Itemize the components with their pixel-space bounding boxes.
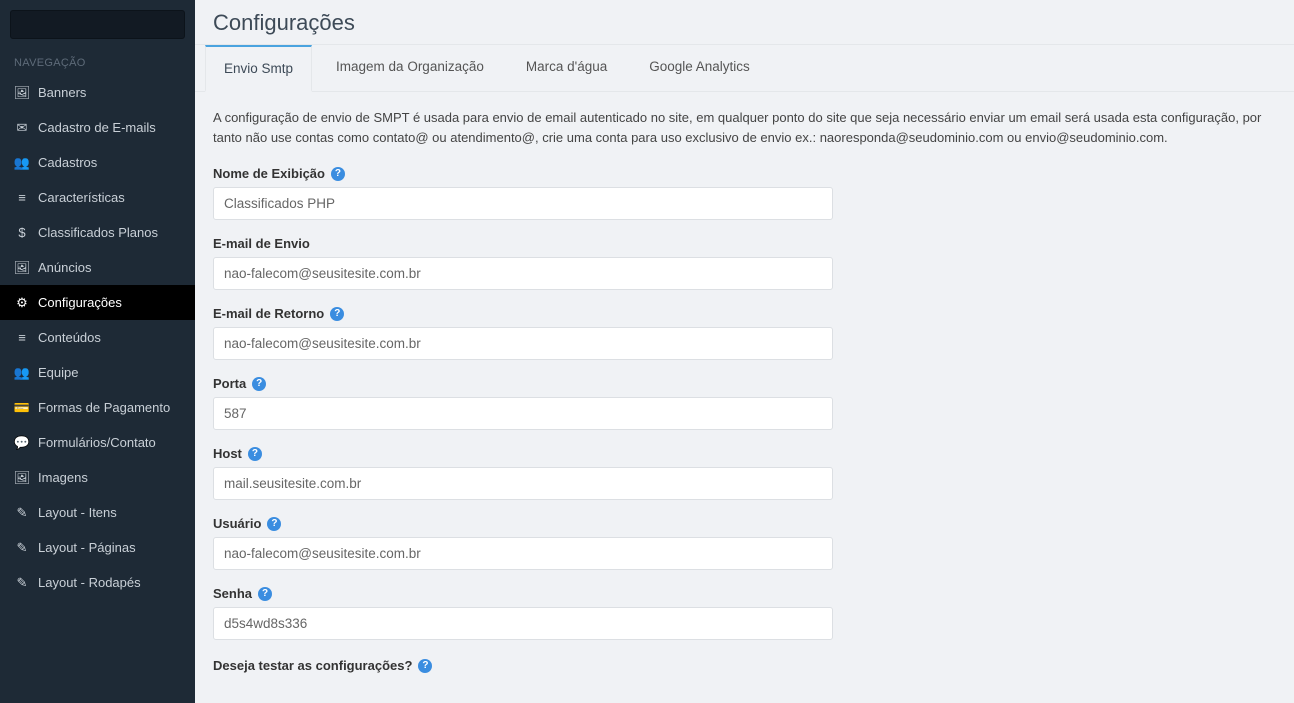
images-icon: 🖼	[14, 86, 30, 100]
label-host: Host ?	[213, 446, 833, 461]
sidebar-item-label: Conteúdos	[38, 330, 101, 345]
label-user: Usuário ?	[213, 516, 833, 531]
sidebar-item-label: Anúncios	[38, 260, 91, 275]
label-text: Nome de Exibição	[213, 166, 325, 181]
input-display-name[interactable]	[213, 187, 833, 220]
sidebar-item-label: Formulários/Contato	[38, 435, 156, 450]
sidebar-item-cadastro-de-e-mails[interactable]: ✉ Cadastro de E-mails	[0, 110, 195, 145]
form-group-return-email: E-mail de Retorno ?	[213, 306, 833, 360]
sidebar-item-label: Classificados Planos	[38, 225, 158, 240]
form-group-host: Host ?	[213, 446, 833, 500]
sidebar-item-banners[interactable]: 🖼 Banners	[0, 75, 195, 110]
sidebar-item-caracter-sticas[interactable]: ≡ Características	[0, 180, 195, 215]
help-icon[interactable]: ?	[258, 587, 272, 601]
users-icon: 👥	[14, 156, 30, 170]
tab-google-analytics[interactable]: Google Analytics	[631, 45, 768, 91]
sidebar-item-an-ncios[interactable]: 🖼 Anúncios	[0, 250, 195, 285]
page-header: Configurações	[195, 0, 1294, 45]
label-text: Usuário	[213, 516, 261, 531]
help-icon[interactable]: ?	[252, 377, 266, 391]
input-return-email[interactable]	[213, 327, 833, 360]
sidebar-item-layout-itens[interactable]: ✎ Layout - Itens	[0, 495, 195, 530]
help-icon[interactable]: ?	[267, 517, 281, 531]
label-text: E-mail de Retorno	[213, 306, 324, 321]
sidebar-search-input[interactable]	[10, 10, 185, 39]
sidebar-item-formas-de-pagamento[interactable]: 💳 Formas de Pagamento	[0, 390, 195, 425]
input-send-email[interactable]	[213, 257, 833, 290]
label-text: Porta	[213, 376, 246, 391]
main-content: Configurações Envio SmtpImagem da Organi…	[195, 0, 1294, 703]
cogs-icon: ⚙	[14, 296, 30, 310]
label-text: Senha	[213, 586, 252, 601]
images-icon: 🖼	[14, 261, 30, 275]
pencil-icon: ✎	[14, 541, 30, 555]
help-icon[interactable]: ?	[418, 659, 432, 673]
image-icon: 🖼	[14, 471, 30, 485]
label-text: Host	[213, 446, 242, 461]
form-group-display-name: Nome de Exibição ?	[213, 166, 833, 220]
credit-card-icon: 💳	[14, 401, 30, 415]
envelope-icon: ✉	[14, 121, 30, 135]
form-group-port: Porta ?	[213, 376, 833, 430]
tab-marca-d-gua[interactable]: Marca d'água	[508, 45, 625, 91]
label-text: Deseja testar as configurações?	[213, 658, 412, 673]
sidebar-item-label: Layout - Rodapés	[38, 575, 141, 590]
label-text: E-mail de Envio	[213, 236, 310, 251]
sidebar-item-formul-rios-contato[interactable]: 💬 Formulários/Contato	[0, 425, 195, 460]
users-icon: 👥	[14, 366, 30, 380]
intro-text: A configuração de envio de SMPT é usada …	[213, 108, 1276, 148]
sidebar-item-label: Equipe	[38, 365, 78, 380]
sidebar-item-label: Cadastros	[38, 155, 97, 170]
label-port: Porta ?	[213, 376, 833, 391]
page-title: Configurações	[213, 10, 1276, 36]
input-password[interactable]	[213, 607, 833, 640]
sidebar-item-classificados-planos[interactable]: $ Classificados Planos	[0, 215, 195, 250]
pencil-icon: ✎	[14, 506, 30, 520]
dollar-icon: $	[14, 226, 30, 240]
comment-icon: 💬	[14, 436, 30, 450]
sidebar-item-label: Características	[38, 190, 125, 205]
form-group-send-email: E-mail de Envio	[213, 236, 833, 290]
label-send-email: E-mail de Envio	[213, 236, 833, 251]
sidebar-item-configura-es[interactable]: ⚙ Configurações	[0, 285, 195, 320]
sidebar-heading: NAVEGAÇÃO	[0, 49, 195, 75]
test-config-label: Deseja testar as configurações? ?	[213, 658, 1276, 673]
input-host[interactable]	[213, 467, 833, 500]
list-icon: ≡	[14, 191, 30, 205]
sidebar-item-label: Layout - Páginas	[38, 540, 136, 555]
tabs-bar: Envio SmtpImagem da OrganizaçãoMarca d'á…	[195, 45, 1294, 92]
sidebar-item-label: Layout - Itens	[38, 505, 117, 520]
sidebar-item-label: Configurações	[38, 295, 122, 310]
sidebar-item-label: Cadastro de E-mails	[38, 120, 156, 135]
sidebar-item-imagens[interactable]: 🖼 Imagens	[0, 460, 195, 495]
sidebar: NAVEGAÇÃO 🖼 Banners ✉ Cadastro de E-mails 👥 C…	[0, 0, 195, 703]
label-password: Senha ?	[213, 586, 833, 601]
tab-imagem-da-organiza-o[interactable]: Imagem da Organização	[318, 45, 502, 91]
sidebar-item-equipe[interactable]: 👥 Equipe	[0, 355, 195, 390]
form-group-user: Usuário ?	[213, 516, 833, 570]
sidebar-search-wrapper	[0, 0, 195, 49]
help-icon[interactable]: ?	[331, 167, 345, 181]
input-user[interactable]	[213, 537, 833, 570]
sidebar-item-label: Imagens	[38, 470, 88, 485]
list-icon: ≡	[14, 331, 30, 345]
help-icon[interactable]: ?	[248, 447, 262, 461]
input-port[interactable]	[213, 397, 833, 430]
sidebar-nav: 🖼 Banners ✉ Cadastro de E-mails 👥 Cadastros ≡ C…	[0, 75, 195, 600]
label-return-email: E-mail de Retorno ?	[213, 306, 833, 321]
sidebar-item-cadastros[interactable]: 👥 Cadastros	[0, 145, 195, 180]
label-display-name: Nome de Exibição ?	[213, 166, 833, 181]
form-group-password: Senha ?	[213, 586, 833, 640]
sidebar-item-layout-p-ginas[interactable]: ✎ Layout - Páginas	[0, 530, 195, 565]
tab-content: A configuração de envio de SMPT é usada …	[195, 92, 1294, 703]
sidebar-item-label: Banners	[38, 85, 86, 100]
sidebar-item-layout-rodap-s[interactable]: ✎ Layout - Rodapés	[0, 565, 195, 600]
pencil-icon: ✎	[14, 576, 30, 590]
sidebar-item-conte-dos[interactable]: ≡ Conteúdos	[0, 320, 195, 355]
sidebar-item-label: Formas de Pagamento	[38, 400, 170, 415]
help-icon[interactable]: ?	[330, 307, 344, 321]
tab-envio-smtp[interactable]: Envio Smtp	[205, 45, 312, 92]
